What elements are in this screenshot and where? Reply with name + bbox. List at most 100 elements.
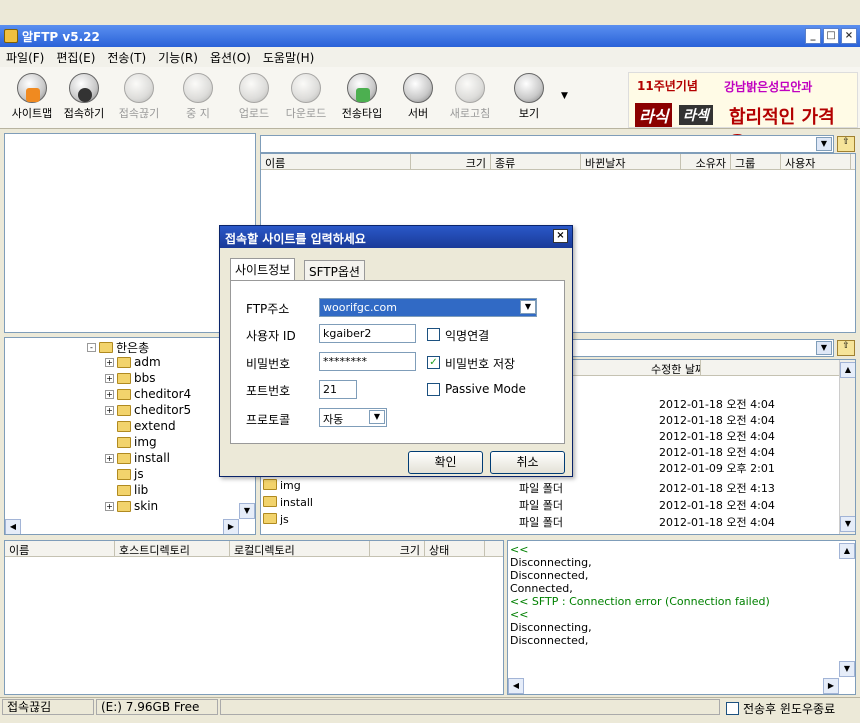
tree-item[interactable]: + cheditor4 <box>105 387 191 401</box>
ftp-address-input[interactable]: woorifgc.com <box>319 298 537 317</box>
server-icon <box>403 73 433 103</box>
close-button[interactable]: × <box>841 28 857 44</box>
connect-button[interactable]: 접속하기 <box>58 73 110 121</box>
log-line: << <box>510 543 529 556</box>
refresh-button[interactable]: 새로고침 <box>444 73 496 121</box>
ok-button[interactable]: 확인 <box>408 451 483 474</box>
ftp-address-dropdown-icon[interactable]: ▼ <box>520 300 536 314</box>
folder-icon <box>117 372 131 384</box>
queue-col-size[interactable]: 크기 <box>370 541 425 556</box>
tree-expander[interactable]: + <box>105 389 114 399</box>
queue-panel[interactable]: 이름 호스트디렉토리 로컬디렉토리 크기 상태 <box>4 540 504 695</box>
local-scroll-up-icon[interactable]: ▲ <box>840 362 855 378</box>
file-name: install <box>280 496 313 509</box>
remote-path-select[interactable]: ▼ <box>260 135 834 153</box>
tree-item[interactable]: extend <box>117 419 176 433</box>
log-scroll-down-icon[interactable]: ▼ <box>839 661 855 677</box>
tree-expander[interactable]: + <box>105 501 114 511</box>
local-folder-up-icon[interactable]: ⇧ <box>837 340 855 356</box>
tab-site-info[interactable]: 사이트정보 <box>230 258 296 280</box>
tree-expander[interactable]: - <box>87 343 96 352</box>
tree-item[interactable]: + bbs <box>105 371 156 385</box>
local-scroll-down-icon[interactable]: ▼ <box>840 516 855 532</box>
tree-item[interactable]: + skin <box>105 499 158 513</box>
passive-mode-checkbox[interactable] <box>427 383 440 396</box>
queue-header: 이름 호스트디렉토리 로컬디렉토리 크기 상태 <box>5 541 503 557</box>
tree-scroll-right-icon[interactable]: ▶ <box>223 519 239 534</box>
tree-expander[interactable]: + <box>105 453 114 463</box>
stop-button[interactable]: 중 지 <box>172 73 224 121</box>
remote-path-dropdown-icon[interactable]: ▼ <box>816 137 832 151</box>
file-date: 2012-01-18 오전 4:04 <box>659 398 775 411</box>
dialog-close-icon[interactable]: × <box>553 229 568 243</box>
download-label: 다운로드 <box>285 107 327 120</box>
auto-close-checkbox[interactable] <box>726 702 739 715</box>
transfer-type-label: 전송타입 <box>341 107 383 120</box>
tree-item[interactable]: + install <box>105 451 170 465</box>
tree-expander[interactable]: + <box>105 357 114 367</box>
transfer-type-button[interactable]: 전송타입 <box>336 73 388 121</box>
remote-col-name[interactable]: 이름 <box>261 154 411 169</box>
log-panel[interactable]: << Disconnecting, Disconnected, Connecte… <box>507 540 856 695</box>
tree-scroll-down-icon[interactable]: ▼ <box>239 503 255 519</box>
local-vscroll[interactable]: ▲ ▼ <box>839 360 855 534</box>
local-path-dropdown-icon[interactable]: ▼ <box>816 341 832 355</box>
menu-help[interactable]: 도움말(H) <box>263 49 315 66</box>
tree-item[interactable]: img <box>117 435 157 449</box>
menu-options[interactable]: 옵션(O) <box>210 49 251 66</box>
remote-folder-up-icon[interactable]: ⇧ <box>837 136 855 152</box>
download-button[interactable]: 다운로드 <box>280 73 332 121</box>
log-scroll-up-icon[interactable]: ▲ <box>839 543 855 559</box>
queue-col-local-dir[interactable]: 로컬디렉토리 <box>230 541 370 556</box>
upload-button[interactable]: 업로드 <box>228 73 280 121</box>
protocol-dropdown-icon[interactable]: ▼ <box>369 410 385 424</box>
tree-item[interactable]: - 한은총 <box>87 339 149 356</box>
menu-transfer[interactable]: 전송(T) <box>107 49 146 66</box>
tab-sftp-options[interactable]: SFTP옵션 <box>304 260 365 280</box>
cancel-button[interactable]: 취소 <box>490 451 565 474</box>
remote-col-user[interactable]: 사용자 <box>781 154 851 169</box>
maximize-button[interactable]: □ <box>823 28 839 44</box>
local-path-select[interactable]: ▼ <box>570 339 834 357</box>
view-button[interactable]: 보기 <box>503 73 555 121</box>
anonymous-checkbox[interactable] <box>427 328 440 341</box>
tree-item[interactable]: js <box>117 467 144 481</box>
log-scroll-right-icon[interactable]: ▶ <box>823 678 839 694</box>
password-input[interactable]: ******** <box>319 352 416 371</box>
ad-banner[interactable]: 11주년기념 강남밝은성모안과 라식 라섹 합리적인 가격은? <box>628 72 858 154</box>
port-input[interactable]: 21 <box>319 380 357 399</box>
remote-col-owner[interactable]: 소유자 <box>681 154 731 169</box>
folder-icon <box>117 356 131 368</box>
minimize-button[interactable]: _ <box>805 28 821 44</box>
sitemap-button[interactable]: 사이트맵 <box>6 73 58 121</box>
tree-scroll-left-icon[interactable]: ◀ <box>5 519 21 534</box>
tree-expander[interactable]: + <box>105 373 114 383</box>
folder-icon <box>263 513 277 524</box>
auto-close-option[interactable]: 전송후 윈도우종료 <box>726 700 835 717</box>
remote-col-type[interactable]: 종류 <box>491 154 581 169</box>
save-password-checkbox[interactable]: ✓ <box>427 356 440 369</box>
menu-edit[interactable]: 편집(E) <box>56 49 95 66</box>
view-dropdown-arrow-icon[interactable]: ▼ <box>561 91 568 101</box>
queue-col-status[interactable]: 상태 <box>425 541 485 556</box>
tree-item[interactable]: + cheditor5 <box>105 403 191 417</box>
table-row[interactable]: install <box>263 496 313 509</box>
window-title: 알FTP v5.22 <box>22 29 100 44</box>
tree-item[interactable]: + adm <box>105 355 161 369</box>
remote-col-group[interactable]: 그룹 <box>731 154 781 169</box>
disconnect-button[interactable]: 접속끊기 <box>113 73 165 121</box>
server-button[interactable]: 서버 <box>392 73 444 121</box>
table-row[interactable]: img <box>263 479 301 492</box>
user-id-input[interactable]: kgaiber2 <box>319 324 416 343</box>
menu-function[interactable]: 기능(R) <box>158 49 198 66</box>
remote-col-size[interactable]: 크기 <box>411 154 491 169</box>
queue-col-name[interactable]: 이름 <box>5 541 115 556</box>
table-row[interactable]: js <box>263 513 289 526</box>
local-col-date[interactable]: 수정한 날짜 <box>561 360 701 375</box>
log-scroll-left-icon[interactable]: ◀ <box>508 678 524 694</box>
remote-col-date[interactable]: 바뀐날자 <box>581 154 681 169</box>
tree-item[interactable]: lib <box>117 483 148 497</box>
queue-col-host-dir[interactable]: 호스트디렉토리 <box>115 541 230 556</box>
tree-expander[interactable]: + <box>105 405 114 415</box>
menu-file[interactable]: 파일(F) <box>6 49 44 66</box>
